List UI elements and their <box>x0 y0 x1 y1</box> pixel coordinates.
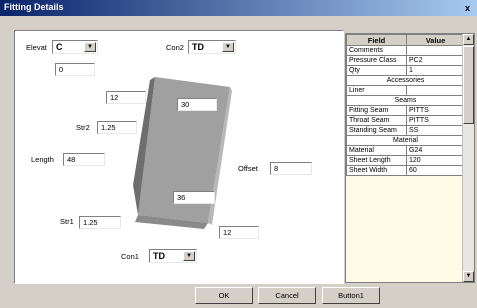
grid-section-label: Seams <box>346 95 465 106</box>
con2-value: TD <box>192 42 204 52</box>
grid-row[interactable]: Throat Seam PITTS <box>346 115 465 126</box>
ok-button[interactable]: OK <box>195 287 253 304</box>
grid-row[interactable]: Standing Seam SS <box>346 125 465 136</box>
top-right-dimension-field[interactable]: 30 <box>177 98 217 111</box>
elevat-offset-field[interactable]: 0 <box>55 63 95 76</box>
close-button[interactable]: x <box>461 2 474 14</box>
arrow-down-icon[interactable]: ▼ <box>463 271 474 282</box>
top-left-dimension-field[interactable]: 12 <box>106 91 146 104</box>
grid-row[interactable]: Comments <box>346 45 465 56</box>
grid-row[interactable]: Material G24 <box>346 145 465 156</box>
grid-row[interactable]: Sheet Length 120 <box>346 155 465 166</box>
value-column-header[interactable]: Value <box>406 34 465 46</box>
elevat-label: Elevat <box>26 43 47 52</box>
grid-section-label: Material <box>346 135 465 146</box>
grid-section-row[interactable]: Seams <box>346 95 465 106</box>
chevron-down-icon[interactable]: ▼ <box>222 42 234 52</box>
grid-field-cell: Comments <box>346 45 407 56</box>
grid-section-label: Accessories <box>346 75 465 86</box>
grid-value-cell[interactable]: PITTS <box>406 105 465 116</box>
grid-row[interactable]: Pressure Class PC2 <box>346 55 465 66</box>
grid-value-cell[interactable]: 60 <box>406 165 465 176</box>
grid-header-row: Field Value <box>346 34 465 46</box>
chevron-down-icon[interactable]: ▼ <box>84 42 96 52</box>
con1-label: Con1 <box>121 252 139 261</box>
con2-label: Con2 <box>166 43 184 52</box>
grid-value-cell[interactable]: PC2 <box>406 55 465 66</box>
bottom-dimension-field[interactable]: 36 <box>173 191 215 204</box>
property-table: Field Value Comments Pressure Class PC2 Qty… <box>346 34 465 176</box>
grid-row[interactable]: Sheet Width 60 <box>346 165 465 176</box>
grid-field-cell: Pressure Class <box>346 55 407 66</box>
grid-row[interactable]: Fitting Seam PITTS <box>346 105 465 116</box>
grid-value-cell[interactable]: SS <box>406 125 465 136</box>
length-field[interactable]: 48 <box>63 153 105 166</box>
elevat-value: C <box>56 42 63 52</box>
cancel-button[interactable]: Cancel <box>258 287 316 304</box>
grid-section-row[interactable]: Material <box>346 135 465 146</box>
offset-field[interactable]: 8 <box>270 162 312 175</box>
grid-field-cell: Liner <box>346 85 407 96</box>
con1-select[interactable]: TD ▼ <box>149 249 197 263</box>
con2-select[interactable]: TD ▼ <box>188 40 236 54</box>
grid-scrollbar[interactable]: ▲ ▼ <box>462 34 474 282</box>
grid-row[interactable]: Qty 1 <box>346 65 465 76</box>
length-label: Length <box>31 155 54 164</box>
chevron-down-icon[interactable]: ▼ <box>183 251 195 261</box>
grid-field-cell: Material <box>346 145 407 156</box>
grid-field-cell: Throat Seam <box>346 115 407 126</box>
bottom-right-dimension-field[interactable]: 12 <box>219 226 259 239</box>
grid-value-cell[interactable] <box>406 85 465 96</box>
grid-value-cell[interactable] <box>406 45 465 56</box>
con1-value: TD <box>153 251 165 261</box>
grid-field-cell: Standing Seam <box>346 125 407 136</box>
field-column-header[interactable]: Field <box>346 34 407 46</box>
str2-field[interactable]: 1.25 <box>97 121 137 134</box>
grid-field-cell: Qty <box>346 65 407 76</box>
grid-value-cell[interactable]: 1 <box>406 65 465 76</box>
grid-value-cell[interactable]: 120 <box>406 155 465 166</box>
grid-row[interactable]: Liner <box>346 85 465 96</box>
offset-label: Offset <box>238 164 258 173</box>
button1-button[interactable]: Button1 <box>322 287 380 304</box>
str1-field[interactable]: 1.25 <box>79 216 121 229</box>
property-grid[interactable]: Field Value Comments Pressure Class PC2 Qty… <box>345 33 475 283</box>
grid-value-cell[interactable]: PITTS <box>406 115 465 126</box>
grid-value-cell[interactable]: G24 <box>406 145 465 156</box>
scrollbar-thumb[interactable] <box>463 46 474 124</box>
grid-field-cell: Sheet Length <box>346 155 407 166</box>
title-bar: Fitting Details x <box>0 0 477 16</box>
grid-field-cell: Sheet Width <box>346 165 407 176</box>
window-title: Fitting Details <box>4 2 64 12</box>
str1-label: Str1 <box>60 217 74 226</box>
grid-field-cell: Fitting Seam <box>346 105 407 116</box>
grid-section-row[interactable]: Accessories <box>346 75 465 86</box>
arrow-up-icon[interactable]: ▲ <box>463 34 474 45</box>
elevat-select[interactable]: C ▼ <box>52 40 98 54</box>
str2-label: Str2 <box>76 123 90 132</box>
